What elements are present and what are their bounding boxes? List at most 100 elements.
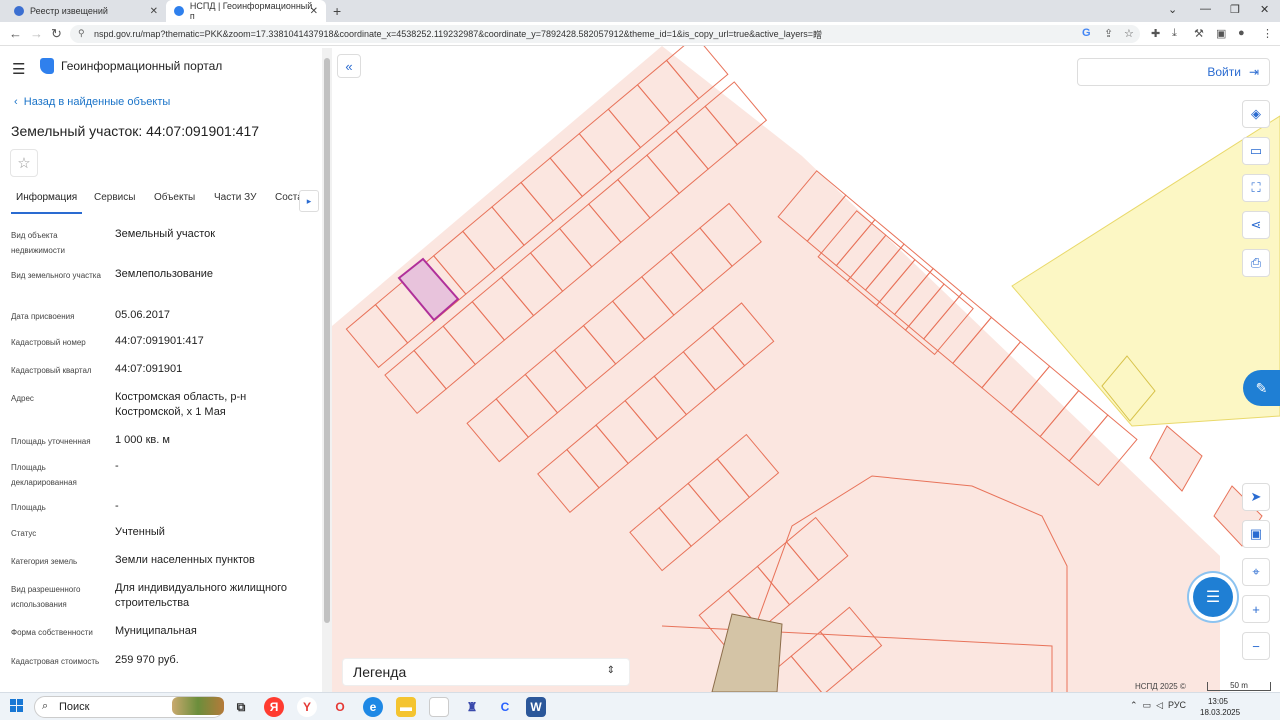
field-value: 05.06.2017: [115, 309, 171, 321]
site-favicon-icon: [14, 6, 24, 16]
edge-icon[interactable]: e: [363, 697, 383, 717]
document-icon[interactable]: [429, 697, 449, 717]
object-info-panel: ☰ Геоинформационный портал ‹ Назад в най…: [0, 46, 332, 692]
panel-tabs: Информация Сервисы Объекты Части ЗУ Сост…: [0, 192, 322, 216]
share-page-icon[interactable]: ⇪: [1104, 27, 1113, 40]
scrollbar-thumb[interactable]: [324, 58, 330, 623]
chevron-up-icon[interactable]: ⌃: [1130, 700, 1138, 710]
field-label: Кадастровый квартал: [11, 366, 92, 375]
forward-icon[interactable]: →: [30, 26, 43, 41]
close-tab-icon[interactable]: ✕: [150, 6, 158, 17]
geo-search-button[interactable]: ⌖: [1242, 558, 1270, 586]
app-icon[interactable]: ♜: [462, 697, 482, 717]
field-label: Площадь уточненная: [11, 437, 91, 446]
field-label: Форма собственности: [11, 628, 93, 637]
tab-objects[interactable]: Объекты: [154, 192, 195, 214]
bookmark-star-icon[interactable]: ☆: [1124, 27, 1134, 40]
history-icon[interactable]: ⚒: [1194, 27, 1204, 40]
field-value: 44:07:091901:417: [115, 335, 204, 347]
field-value: Земли населенных пунктов: [115, 554, 255, 566]
task-view-icon[interactable]: ⧉: [231, 697, 251, 717]
favorite-star-button[interactable]: ☆: [10, 149, 38, 177]
profile-icon[interactable]: ●: [1238, 27, 1245, 39]
time: 13:05: [1207, 697, 1229, 706]
download-icon[interactable]: ⤓: [1172, 27, 1177, 40]
map-canvas[interactable]: [332, 46, 1280, 692]
network-icon[interactable]: ▭: [1143, 700, 1152, 710]
extensions-icon[interactable]: ✚: [1151, 27, 1160, 40]
hamburger-menu-icon[interactable]: ☰: [12, 60, 25, 78]
yandex-icon[interactable]: Я: [264, 697, 284, 717]
tab-information[interactable]: Информация: [11, 192, 83, 214]
close-window-icon[interactable]: ✕: [1260, 3, 1269, 16]
new-tab-icon[interactable]: +: [333, 3, 341, 19]
minimap-button[interactable]: ▣: [1242, 520, 1270, 548]
login-icon: ⇥: [1248, 65, 1259, 79]
select-area-button[interactable]: ⛶: [1242, 174, 1270, 202]
tab-services[interactable]: Сервисы: [94, 192, 135, 214]
login-label: Войти: [1207, 65, 1241, 79]
minimap-icon: ▣: [1249, 526, 1263, 541]
field-label: Площадь: [11, 503, 46, 512]
file-explorer-icon[interactable]: ▬: [396, 697, 416, 717]
tab-search-icon[interactable]: ⌄: [1168, 3, 1177, 16]
field-value: Землепользование: [115, 268, 214, 280]
minimize-icon[interactable]: —: [1200, 3, 1211, 15]
zoom-out-button[interactable]: −: [1242, 632, 1270, 660]
back-to-results-link[interactable]: ‹ Назад в найденные объекты: [14, 96, 170, 108]
feedback-icon: ✎: [1255, 379, 1268, 396]
login-button[interactable]: Войти ⇥: [1077, 58, 1270, 86]
reload-icon[interactable]: ↻: [51, 26, 62, 42]
chat-icon: ☰: [1205, 589, 1221, 606]
zoom-in-icon: +: [1252, 601, 1260, 617]
url-input[interactable]: ⚲ nspd.gov.ru/map?thematic=PKK&zoom=17.3…: [70, 25, 1140, 43]
sidebar-icon[interactable]: ▣: [1216, 27, 1226, 40]
field-value: 44:07:091901: [115, 363, 183, 375]
yandex-browser-icon[interactable]: Y: [297, 697, 317, 717]
field-label: Вид разрешенного использования: [11, 585, 81, 609]
layers-button[interactable]: ◈: [1242, 100, 1270, 128]
opera-icon[interactable]: O: [330, 697, 350, 717]
share-button[interactable]: ⋖: [1242, 211, 1270, 239]
tabs-scroll-right-button[interactable]: ▸: [299, 190, 319, 212]
site-info-icon[interactable]: ⚲: [78, 28, 85, 39]
legend-dropdown[interactable]: Легенда ⇕: [342, 658, 630, 686]
browser-tab-bar: Реестр извещений ✕ НСПД | Геоинформацион…: [0, 0, 1280, 22]
clock[interactable]: 13:05 18.03.2025: [1200, 696, 1240, 718]
cadastral-map[interactable]: [332, 46, 1280, 692]
measure-button[interactable]: ▭: [1242, 137, 1270, 165]
language-indicator[interactable]: РУС: [1168, 700, 1186, 710]
volume-icon[interactable]: ◁: [1156, 700, 1163, 710]
geo-search-icon: ⌖: [1252, 564, 1260, 579]
address-bar: ← → ↻ ⚲ nspd.gov.ru/map?thematic=PKK&zoo…: [0, 22, 1280, 46]
field-value: 1 000 кв. м: [115, 434, 170, 446]
collapse-panel-button[interactable]: «: [337, 54, 361, 78]
tab-parts[interactable]: Части ЗУ: [214, 192, 256, 214]
browser-tab-registry[interactable]: Реестр извещений ✕: [6, 0, 166, 22]
ruler-icon: ▭: [1249, 143, 1263, 158]
close-tab-icon[interactable]: ✕: [310, 6, 318, 17]
menu-kebab-icon[interactable]: ⋮: [1262, 27, 1273, 40]
chat-button[interactable]: ☰: [1193, 577, 1233, 617]
parcel: [1149, 425, 1203, 492]
chrome-app-icon[interactable]: C: [495, 697, 515, 717]
layers-icon: ◈: [1251, 106, 1261, 121]
zoom-in-button[interactable]: +: [1242, 595, 1270, 623]
print-button[interactable]: ⎙: [1242, 249, 1270, 277]
field-label: Площадь декларированная: [11, 463, 77, 487]
double-chevron-left-icon: «: [345, 58, 353, 74]
panel-scrollbar[interactable]: [322, 48, 332, 692]
field-label: Вид объекта недвижимости: [11, 231, 65, 255]
word-icon[interactable]: W: [526, 697, 546, 717]
site-favicon-icon: [174, 6, 184, 16]
windows-start-icon[interactable]: [10, 699, 24, 713]
zoom-out-icon: −: [1252, 638, 1260, 654]
maximize-icon[interactable]: ❐: [1230, 3, 1240, 16]
browser-tab-nspd[interactable]: НСПД | Геоинформационный п ✕: [166, 0, 326, 22]
feedback-button[interactable]: ✎: [1243, 370, 1280, 406]
google-icon[interactable]: G: [1082, 27, 1091, 39]
back-icon[interactable]: ←: [9, 26, 22, 41]
field-value: Муниципальная: [115, 625, 197, 637]
locate-button[interactable]: ➤: [1242, 483, 1270, 511]
share-icon: ⋖: [1250, 217, 1262, 232]
